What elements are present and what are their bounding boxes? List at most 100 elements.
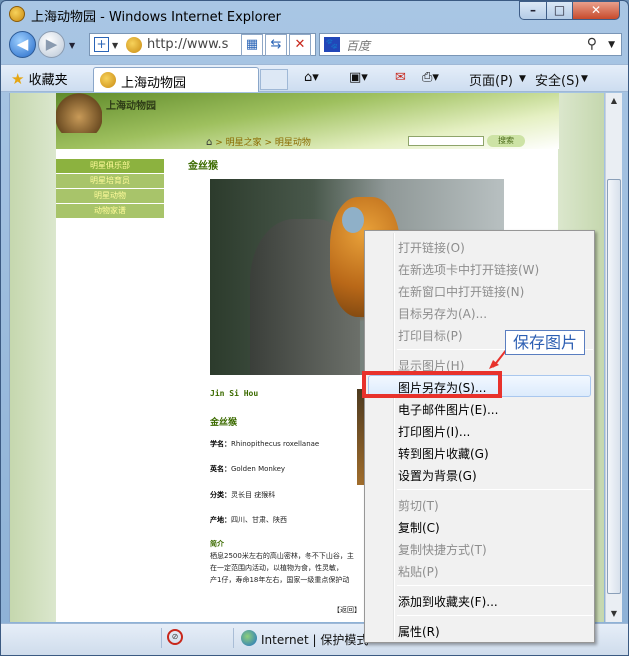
favorites-button[interactable]: ★ 收藏夹 (11, 69, 68, 89)
command-bar: ★ 收藏夹 上海动物园 ⌂▾ ▣▾ ✉ ⎙▾ 页面(P) ▼ 安全(S) ▼ (1, 64, 628, 92)
new-tab-button[interactable] (260, 69, 288, 90)
star-icon: ★ (11, 70, 25, 88)
chevron-down-icon[interactable]: ▼ (581, 74, 588, 84)
site-favicon-icon (9, 6, 25, 22)
menu-item-print-target[interactable]: 打印目标(P) (398, 327, 463, 344)
close-icon: ✕ (590, 3, 602, 17)
page-menu-button[interactable]: 页面(P) (469, 70, 513, 89)
menu-item-cut[interactable]: 剪切(T) (398, 497, 439, 514)
search-options-dropdown-icon[interactable]: ▼ (608, 40, 615, 50)
home-icon[interactable]: ⌂▾ (304, 70, 319, 85)
search-box[interactable]: 🐾 百度 ⚲ ▼ (319, 33, 622, 56)
rss-feed-icon[interactable]: ▣▾ (349, 70, 368, 85)
menu-item-save-target-as[interactable]: 目标另存为(A)... (398, 305, 487, 322)
left-nav-item[interactable]: 明星培育员 (56, 174, 164, 189)
site-search-button[interactable]: 搜索 (487, 135, 525, 147)
safety-menu-button[interactable]: 安全(S) (535, 70, 579, 89)
scrollbar-thumb[interactable] (607, 179, 621, 594)
breadcrumb-item[interactable]: 明星之家 (226, 138, 262, 148)
page-title: 金丝猴 (188, 161, 218, 172)
info-value: 灵长目 疣猴科 (231, 491, 276, 499)
menu-separator (397, 489, 593, 490)
maximize-icon: □ (553, 3, 566, 17)
minimize-icon: – (530, 3, 536, 17)
menu-item-copy-shortcut[interactable]: 复制快捷方式(T) (398, 541, 487, 558)
info-label: 产地： (210, 516, 231, 524)
search-icon[interactable]: ⚲ (587, 36, 597, 52)
menu-item-open-link[interactable]: 打开链接(O) (398, 239, 465, 256)
tab-label: 上海动物园 (121, 76, 187, 91)
refresh-icon[interactable]: ⇆ (265, 34, 287, 56)
info-row-scientific-name: 学名：Rhinopithecus roxellanae (210, 439, 319, 449)
chevron-down-icon[interactable]: ▼ (112, 41, 118, 50)
home-icon[interactable]: ⌂ (206, 137, 212, 148)
favorites-label: 收藏夹 (28, 73, 68, 88)
maximize-button[interactable]: □ (546, 1, 573, 20)
site-favicon-icon (126, 37, 142, 53)
page-background-left (10, 93, 56, 622)
menu-item-email-picture[interactable]: 电子邮件图片(E)... (398, 401, 498, 418)
info-row-english-name: 英名：Golden Monkey (210, 464, 285, 474)
info-value: Rhinopithecus roxellanae (231, 440, 320, 448)
page-header-banner: 上海动物园 ⌂ > 明星之家 > 明星动物 搜索 (56, 93, 559, 149)
stop-icon[interactable]: ✕ (289, 34, 311, 56)
menu-item-go-to-pictures[interactable]: 转到图片收藏(G) (398, 445, 489, 462)
menu-item-print-picture[interactable]: 打印图片(I)... (398, 423, 470, 440)
info-value: Golden Monkey (231, 465, 286, 473)
mail-icon[interactable]: ✉ (395, 70, 406, 85)
return-link[interactable]: 【返回】 (333, 605, 361, 615)
status-divider (233, 628, 234, 648)
tab-shanghai-zoo[interactable]: 上海动物园 (93, 67, 259, 92)
breadcrumb: ⌂ > 明星之家 > 明星动物 (206, 137, 311, 148)
info-value: 四川、甘肃、陕西 (231, 516, 287, 524)
address-input[interactable]: http://www.s (147, 37, 228, 52)
minimize-button[interactable]: – (519, 1, 547, 20)
annotation-callout-label: 保存图片 (505, 330, 585, 355)
left-nav-item[interactable]: 明星动物 (56, 189, 164, 204)
back-button[interactable]: ◀ (9, 31, 36, 58)
menu-item-copy[interactable]: 复制(C) (398, 519, 440, 536)
site-logo: 上海动物园 (106, 101, 156, 112)
left-nav-item[interactable]: 动物家谱 (56, 204, 164, 219)
info-label: 分类： (210, 491, 231, 499)
menu-item-properties[interactable]: 属性(R) (398, 623, 440, 640)
latin-name: Jin Si Hou (210, 389, 259, 398)
popup-blocked-icon[interactable]: ⊘ (167, 629, 183, 645)
menu-item-set-as-background[interactable]: 设置为背景(G) (398, 467, 477, 484)
site-favicon-icon (100, 72, 116, 88)
info-label: 英名： (210, 465, 231, 473)
chevron-down-icon[interactable]: ▼ (519, 74, 526, 84)
menu-item-add-to-favorites[interactable]: 添加到收藏夹(F)... (398, 593, 498, 610)
chinese-name: 金丝猴 (210, 418, 238, 428)
intro-heading: 简介 (210, 540, 224, 548)
page-icon: + (94, 37, 109, 52)
recent-pages-dropdown-icon[interactable]: ▼ (69, 41, 75, 50)
window-title: 上海动物园 - Windows Internet Explorer (31, 10, 281, 25)
menu-item-open-in-new-tab[interactable]: 在新选项卡中打开链接(W) (398, 261, 539, 278)
info-row-classification: 分类：灵长目 疣猴科 (210, 490, 275, 500)
info-row-origin: 产地：四川、甘肃、陕西 (210, 515, 287, 525)
scroll-up-arrow-icon[interactable]: ▲ (606, 93, 622, 109)
monkey-face-shape (342, 207, 364, 233)
title-bar: 上海动物园 - Windows Internet Explorer – □ ✕ (1, 1, 628, 27)
baidu-paw-icon: 🐾 (324, 37, 340, 52)
vertical-scrollbar[interactable]: ▲ ▼ (605, 93, 622, 622)
scroll-down-arrow-icon[interactable]: ▼ (606, 606, 622, 622)
menu-item-paste[interactable]: 粘贴(P) (398, 563, 439, 580)
menu-item-open-in-new-window[interactable]: 在新窗口中打开链接(N) (398, 283, 524, 300)
header-monkey-image (56, 93, 102, 133)
site-search-input[interactable] (408, 136, 484, 146)
menu-separator (397, 615, 593, 616)
globe-icon (241, 630, 257, 646)
left-navigation: 明星俱乐部 明星培育员 明星动物 动物家谱 (56, 159, 164, 219)
print-icon[interactable]: ⎙▾ (422, 70, 439, 85)
breadcrumb-item[interactable]: 明星动物 (275, 138, 311, 148)
compatibility-view-icon[interactable]: ▦ (241, 34, 263, 56)
navigation-bar: ◀ ▶ ▼ + ▼ http://www.s ▼ ▦ ⇆ ✕ 🐾 百度 ⚲ ▼ (1, 29, 628, 61)
forward-button[interactable]: ▶ (38, 31, 65, 58)
left-nav-item[interactable]: 明星俱乐部 (56, 159, 164, 174)
security-zone-label[interactable]: Internet | 保护模式 (261, 631, 368, 648)
info-label: 学名： (210, 440, 231, 448)
search-input[interactable]: 百度 (346, 37, 370, 54)
close-button[interactable]: ✕ (572, 1, 620, 20)
